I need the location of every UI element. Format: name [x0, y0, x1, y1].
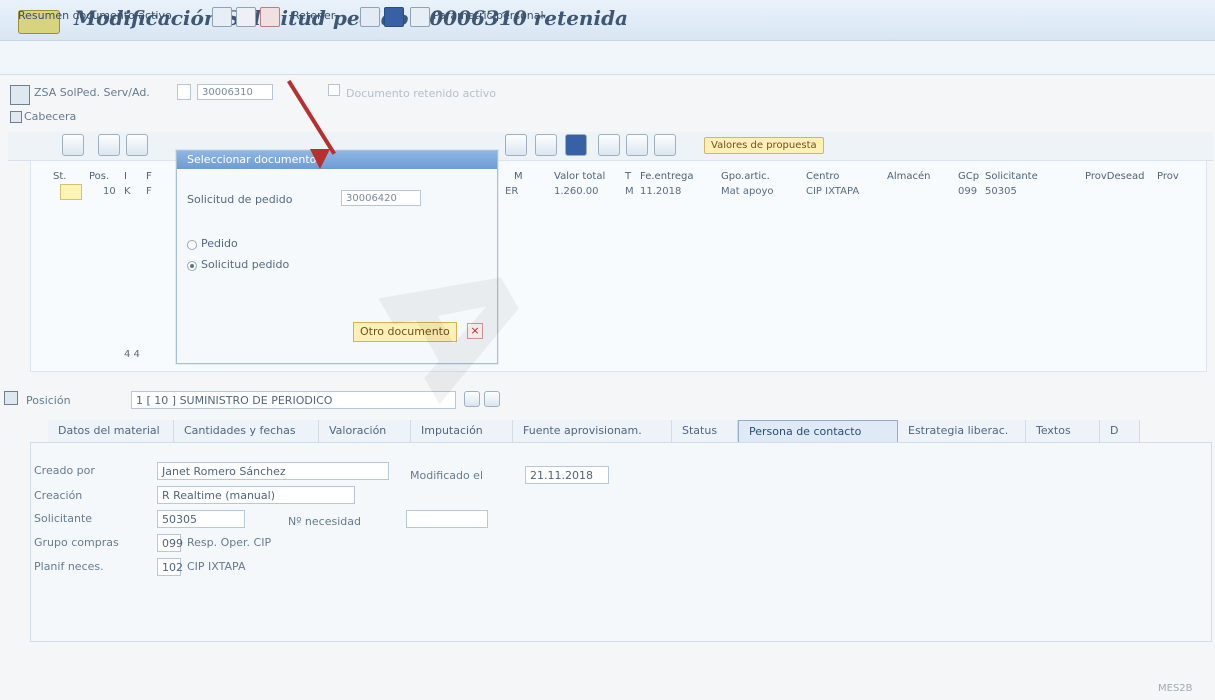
- valor-total-cell: 1.260.00: [554, 186, 599, 197]
- fe-entrega-cell: 11.2018: [640, 186, 682, 197]
- personal-settings[interactable]: Parametric personal: [433, 9, 544, 22]
- radio-pedido[interactable]: [187, 240, 197, 250]
- hold-text: Documento retenido activo: [346, 87, 496, 100]
- status-cell: [60, 184, 82, 200]
- col-valor-total: Valor total: [554, 171, 606, 182]
- document-type-text: ZSA SolPed. Serv/Ad.: [34, 86, 150, 99]
- gpo-artic-cell: Mat apoyo: [721, 186, 774, 197]
- section-label: Cabecera: [24, 110, 77, 123]
- default-values-button[interactable]: Valores de propuesta: [704, 137, 824, 154]
- copy-icon[interactable]: [98, 134, 120, 156]
- col-gpo-artic: Gpo.artic.: [721, 171, 770, 182]
- modified-label: Modificado el: [410, 469, 484, 482]
- prev-position-button[interactable]: [464, 391, 480, 407]
- cut-icon[interactable]: [260, 7, 280, 27]
- hold-checkbox[interactable]: [328, 84, 340, 96]
- tab-valuation[interactable]: Valoración: [319, 420, 411, 442]
- need-number-label: Nº necesidad: [288, 515, 361, 528]
- tab-texts[interactable]: Textos: [1026, 420, 1100, 442]
- col-solicitante: Solicitante: [985, 171, 1038, 182]
- search-icon[interactable]: [62, 134, 84, 156]
- purchase-group-code[interactable]: 099: [157, 534, 183, 552]
- columns-icon[interactable]: [626, 134, 648, 156]
- tab-contact-person[interactable]: Persona de contacto: [738, 420, 898, 442]
- col-prov-desead: ProvDesead: [1085, 171, 1145, 182]
- creation-select[interactable]: R Realtime (manual): [157, 486, 355, 504]
- m-cell: ER: [505, 186, 519, 197]
- scroll-indicator: 4 4: [124, 349, 140, 360]
- tab-source[interactable]: Fuente aprovisionam.: [513, 420, 672, 442]
- info-icon[interactable]: [384, 7, 404, 27]
- edit-icon[interactable]: [236, 7, 256, 27]
- t-cell: M: [625, 186, 634, 197]
- requester-value[interactable]: 50305: [157, 510, 245, 528]
- created-by-label: Creado por: [34, 464, 95, 477]
- centro-cell: CIP IXTAPA: [806, 186, 860, 197]
- document-type-icon: [10, 85, 30, 105]
- tab-status[interactable]: Status: [672, 420, 738, 442]
- col-gcp: GCp: [958, 171, 980, 182]
- next-position-button[interactable]: [484, 391, 500, 407]
- section-icon: [10, 111, 22, 123]
- pos-cell: 10: [103, 186, 116, 197]
- dialog-field-label: Solicitud de pedido: [187, 193, 293, 206]
- col-t: T: [625, 171, 632, 182]
- dropdown-icon[interactable]: [177, 84, 191, 100]
- dialog-field-value[interactable]: 30006420: [341, 190, 421, 206]
- col-centro: Centro: [806, 171, 840, 182]
- tab-more[interactable]: D: [1100, 420, 1140, 442]
- purchase-group-text: Resp. Oper. CIP: [187, 536, 272, 549]
- col-m: M: [514, 171, 523, 182]
- option-solicitud: Solicitud pedido: [201, 258, 290, 271]
- planning-label: Planif neces.: [34, 560, 104, 573]
- i-cell: K: [124, 186, 131, 197]
- position-icon: [4, 391, 18, 405]
- col-f: F: [146, 171, 152, 182]
- col-pos: Pos.: [89, 171, 110, 182]
- main-toolbar: [0, 41, 1215, 75]
- need-number-value[interactable]: [406, 510, 488, 528]
- tab-material-data[interactable]: Datos del material: [48, 420, 174, 442]
- annotation-arrow-head: [310, 149, 330, 169]
- tab-release-strategy[interactable]: Estrategia liberac.: [898, 420, 1026, 442]
- modified-value: 21.11.2018: [525, 466, 609, 484]
- requester-label: Solicitante: [34, 512, 93, 525]
- summary-link[interactable]: Resumen documento activo: [18, 9, 172, 22]
- tab-quantities-dates[interactable]: Cantidades y fechas: [174, 420, 319, 442]
- planning-code[interactable]: 102: [157, 558, 183, 576]
- col-prov: Prov: [1157, 171, 1179, 182]
- planning-text: CIP IXTAPA: [187, 560, 246, 573]
- info-grid-icon[interactable]: [565, 134, 587, 156]
- tab-assignment[interactable]: Imputación: [411, 420, 513, 442]
- export-icon[interactable]: [654, 134, 676, 156]
- option-pedido: Pedido: [201, 237, 238, 250]
- solicitante-cell: 50305: [985, 186, 1017, 197]
- col-st: St.: [53, 171, 67, 182]
- creation-label: Creación: [34, 489, 83, 502]
- col-i: I: [124, 171, 127, 182]
- created-by-value: Janet Romero Sánchez: [157, 462, 389, 480]
- radio-solicitud[interactable]: [187, 261, 197, 271]
- col-fe-entrega: Fe.entrega: [640, 171, 694, 182]
- document-number-field[interactable]: 30006310: [197, 84, 273, 100]
- settings-icon[interactable]: [410, 7, 430, 27]
- delete-icon[interactable]: [126, 134, 148, 156]
- f-cell: F: [146, 186, 152, 197]
- dialog-title: Seleccionar documento: [177, 151, 497, 169]
- layout-icon[interactable]: [598, 134, 620, 156]
- retener-button[interactable]: Retener: [292, 9, 335, 22]
- filter-icon[interactable]: [505, 134, 527, 156]
- new-document-icon[interactable]: [212, 7, 232, 27]
- col-almacen: Almacén: [887, 171, 931, 182]
- sort-icon[interactable]: [535, 134, 557, 156]
- gcp-cell: 099: [958, 186, 978, 197]
- print-icon[interactable]: [360, 7, 380, 27]
- status-text: MES2B: [1158, 683, 1193, 694]
- position-label: Posición: [26, 394, 71, 407]
- purchase-group-label: Grupo compras: [34, 536, 119, 549]
